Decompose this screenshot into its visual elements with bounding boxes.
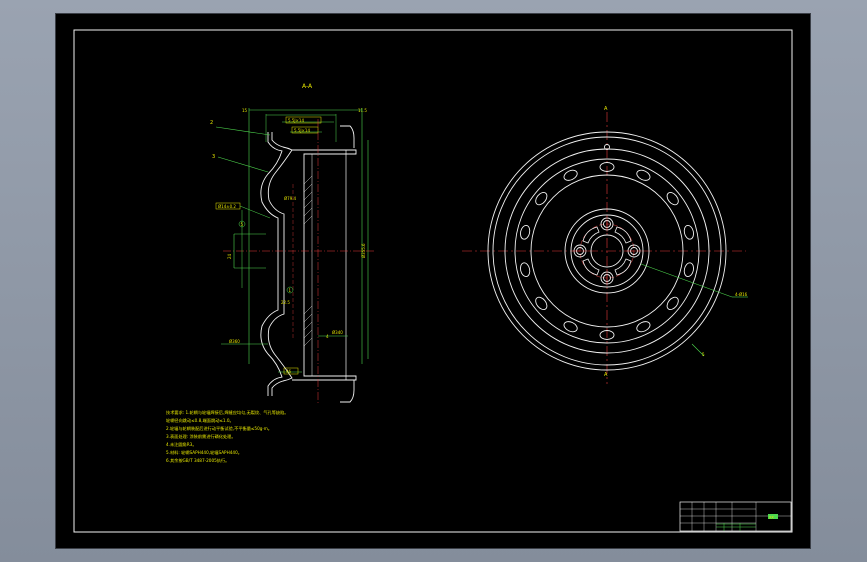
mid-lower-label: 22.5 [281,300,290,305]
top-right-dim: 11.5 [358,108,367,113]
front-leader-label: 4-Ø16 [735,292,748,297]
vent-hole [683,262,695,278]
technical-notes: 技术要求: 1.轮辋与轮辐焊接后,焊缝应均匀,无裂纹、气孔等缺陷。 轮辋径向跳动… [166,409,288,464]
note-line-2: 轮辋径向跳动≤0.8,端面跳动≤1.0。 [166,417,234,424]
front-right-label: 5 [702,352,705,357]
width-inner-label: 5.5J×14 [294,128,310,133]
note-line-7: 6.其余按GB/T 3487-2005执行。 [166,457,229,464]
callout-3: 3 [212,154,215,160]
width-outer-label: 5.5J×14 [288,118,304,123]
title-stamp: XX [769,516,774,520]
front-bottom-label: A [604,372,608,378]
drawing-frame [73,29,793,533]
bottom-center-label: Ø340 [332,330,343,335]
diameter-right-label: Ø355.6 [361,243,366,258]
vent-hole [636,169,651,181]
vent-hole [519,262,531,278]
offset-left-label: 24 [227,253,232,259]
section-title: A-A [302,83,313,90]
cad-drawing: A-A 5.5J×14 5.5J×14 11.5 15 Ø355.6 24 Ø1… [73,29,793,533]
vent-hole [636,321,651,333]
vent-hole [563,321,578,333]
note-line-1: 技术要求: 1.轮辋与轮辐焊接后,焊缝应均匀,无裂纹、气孔等缺陷。 [166,409,288,416]
note-line-4: 3.表面处理: 涂装前需进行磷化处理。 [166,433,236,440]
vent-hole [519,224,531,240]
bottom-left-label: Ø360 [229,339,240,344]
vent-hole [563,169,578,181]
front-top-label: A [604,106,608,112]
callout-2: 2 [210,120,213,126]
note-line-3: 2.轮辐与轮辋装配后进行动平衡试验,不平衡量≤50g·m。 [166,425,272,432]
drawing-sheet: A-A 5.5J×14 5.5J×14 11.5 15 Ø355.6 24 Ø1… [55,13,811,549]
title-block: XX [679,501,792,532]
section-view: A-A 5.5J×14 5.5J×14 11.5 15 Ø355.6 24 Ø1… [210,83,374,404]
callout-5: 5 [241,222,244,227]
callout-1: 1 [289,288,292,293]
bottom-small-label: 4 [326,334,329,339]
left-tol-label: Ø14±0.2 [218,204,236,209]
bottom-dim-label: 46 [286,369,292,374]
center-ref-label: Ø79.4 [284,196,297,201]
front-view: A A 4-Ø16 5 [462,106,748,384]
note-line-6: 5.材料: 轮辋SAPH440,轮辐SAPH440。 [166,449,242,456]
vent-hole [683,224,695,240]
top-left-dim: 15 [242,108,248,113]
note-line-5: 4.未注圆角R3。 [166,441,197,448]
